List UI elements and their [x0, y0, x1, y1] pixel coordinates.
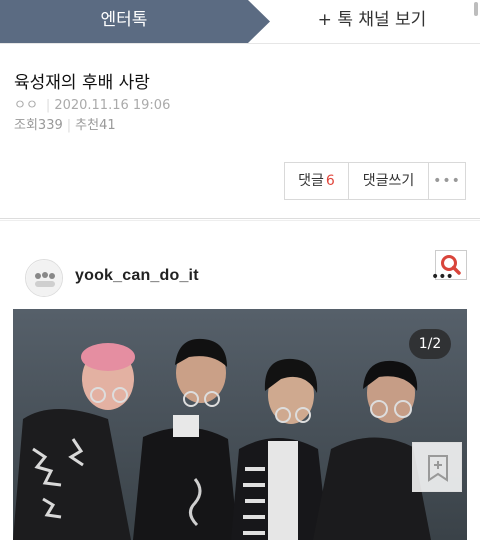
post-header: 육성재의 후배 사랑 ㅇㅇ | 2020.11.16 19:06 조회339 | 추천4…	[0, 44, 480, 218]
comment-label: 댓글	[298, 173, 324, 189]
section-divider	[0, 218, 480, 219]
views-label: 조회	[14, 118, 38, 133]
post-date: 2020.11.16 19:06	[54, 98, 171, 113]
post-author: ㅇㅇ	[14, 98, 38, 113]
meta-separator: |	[45, 98, 51, 113]
group-photo-image	[13, 309, 467, 540]
instagram-embed: yook_can_do_it ••• 1/2	[0, 222, 480, 540]
views-count: 339	[37, 118, 63, 133]
scrollbar-thumb[interactable]	[474, 2, 478, 16]
post-stats: 조회339 | 추천41	[14, 114, 116, 133]
embed-menu-icon[interactable]: •••	[431, 269, 454, 285]
avatar[interactable]	[25, 259, 63, 297]
recommend-label: 추천	[75, 118, 100, 133]
section-divider	[0, 220, 480, 221]
tab-entertalk-label: 엔터톡	[100, 10, 148, 30]
comment-button[interactable]: 댓글 6	[285, 163, 349, 199]
embed-username[interactable]: yook_can_do_it	[75, 267, 199, 285]
avatar-image	[26, 260, 62, 296]
tab-entertalk[interactable]: 엔터톡	[0, 0, 270, 43]
comment-count: 6	[325, 173, 335, 189]
recommend-count: 41	[99, 118, 116, 133]
bookmark-add-icon	[428, 455, 448, 482]
post-action-buttons: 댓글 6 댓글쓰기 •••	[284, 162, 466, 200]
post-title: 육성재의 후배 사랑	[14, 73, 150, 93]
meta-separator: |	[66, 118, 72, 133]
embed-photo[interactable]	[13, 309, 467, 540]
bookmark-button[interactable]	[412, 442, 462, 492]
top-tab-bar: 엔터톡 + 톡 채널 보기	[0, 0, 480, 44]
post-author-date: ㅇㅇ | 2020.11.16 19:06	[14, 94, 170, 113]
more-options-button[interactable]: •••	[429, 163, 465, 199]
write-comment-button[interactable]: 댓글쓰기	[349, 163, 429, 199]
page-indicator: 1/2	[409, 329, 451, 359]
tab-view-channels[interactable]: + 톡 채널 보기	[272, 0, 472, 43]
